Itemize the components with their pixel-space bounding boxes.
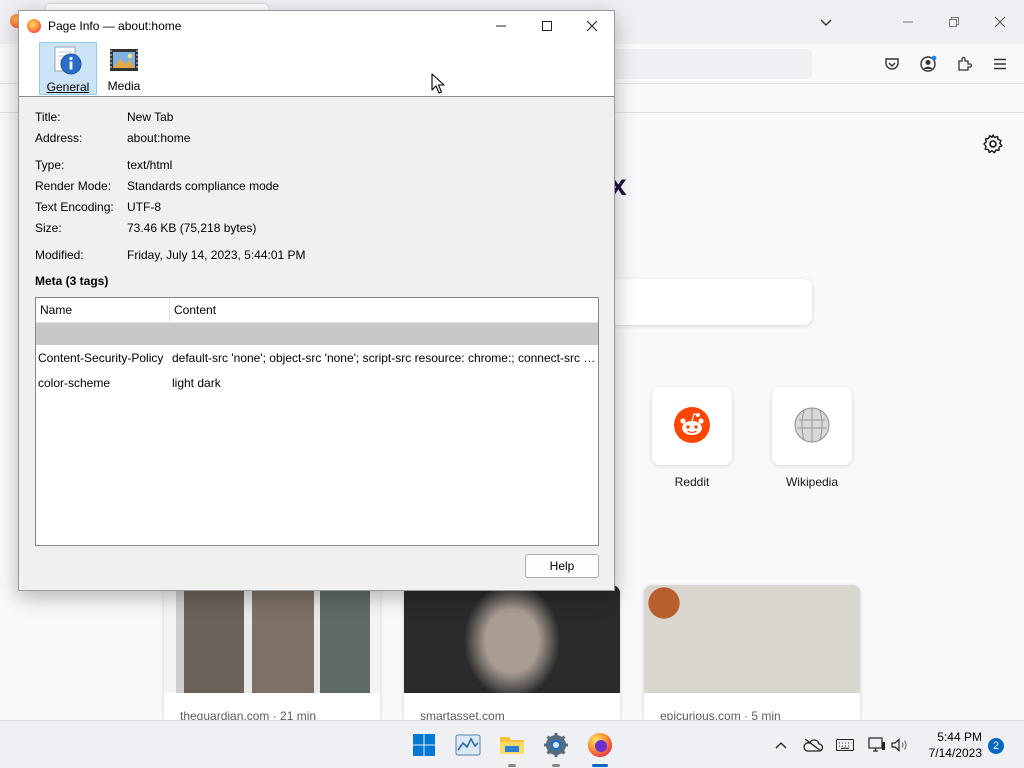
restore-icon[interactable]: [940, 10, 968, 34]
shortcut-label: Wikipedia: [785, 475, 839, 489]
url-bar[interactable]: [600, 49, 812, 79]
text-encoding-value: UTF-8: [127, 200, 161, 214]
tab-general-label: General: [46, 80, 90, 94]
list-all-tabs-icon[interactable]: [812, 10, 840, 34]
close-icon: [586, 20, 598, 32]
pocket-icon[interactable]: [880, 52, 904, 76]
file-explorer-icon[interactable]: [496, 729, 528, 761]
title-label: Title:: [35, 110, 61, 124]
firefox-icon: [27, 19, 41, 33]
close-icon[interactable]: [986, 10, 1014, 34]
minimize-icon: [496, 25, 506, 27]
meta-name-cell: Content-Security-Policy: [38, 351, 164, 365]
type-value: text/html: [127, 158, 173, 172]
dialog-titlebar[interactable]: Page Info — about:home: [19, 11, 614, 41]
modified-label: Modified:: [35, 248, 84, 262]
newtab-search-box[interactable]: [600, 279, 812, 325]
running-indicator: [552, 764, 560, 767]
dialog-tab-toolbar: General Media: [19, 41, 614, 97]
minimize-icon[interactable]: [894, 10, 922, 34]
title-value: New Tab: [127, 110, 174, 124]
meta-content-cell: default-src 'none'; object-src 'none'; s…: [172, 351, 596, 365]
size-label: Size:: [35, 221, 62, 235]
tab-general[interactable]: General: [39, 42, 97, 95]
minimize-button[interactable]: [478, 11, 524, 41]
render-mode-label: Render Mode:: [35, 179, 112, 193]
tab-media-label: Media: [107, 79, 141, 93]
modified-value: Friday, July 14, 2023, 5:44:01 PM: [127, 248, 306, 262]
settings-icon[interactable]: [540, 729, 572, 761]
help-button[interactable]: Help: [525, 554, 599, 578]
story-image: [164, 585, 380, 693]
story-card[interactable]: smartasset.com: [404, 585, 620, 725]
maximize-icon: [542, 21, 552, 31]
clock-time[interactable]: 5:44 PM: [920, 730, 982, 744]
table-row[interactable]: color-scheme light dark: [36, 372, 598, 394]
shortcut-reddit[interactable]: [652, 387, 732, 465]
account-icon[interactable]: [916, 52, 940, 76]
reddit-icon: [674, 406, 710, 446]
extensions-icon[interactable]: [952, 52, 976, 76]
maximize-button[interactable]: [524, 11, 570, 41]
meta-content-cell: light dark: [172, 376, 221, 390]
media-icon: [108, 44, 140, 76]
menu-icon[interactable]: [988, 52, 1012, 76]
shortcut-label: Reddit: [674, 475, 710, 489]
task-manager-icon[interactable]: [452, 729, 484, 761]
story-card[interactable]: theguardian.com · 21 min: [164, 585, 380, 725]
text-encoding-label: Text Encoding:: [35, 200, 114, 214]
tab-media[interactable]: Media: [101, 42, 147, 95]
address-value: about:home: [127, 131, 191, 145]
story-card[interactable]: epicurious.com · 5 min: [644, 585, 860, 725]
dialog-title: Page Info — about:home: [48, 19, 182, 33]
windows-start-icon[interactable]: [408, 729, 440, 761]
column-header-name[interactable]: Name: [36, 298, 170, 323]
taskbar: 5:44 PM 7/14/2023 2: [0, 720, 1024, 768]
page-info-dialog: Page Info — about:home General Media Tit…: [18, 10, 615, 591]
firefox-icon[interactable]: [584, 729, 616, 761]
onedrive-offline-icon[interactable]: [803, 735, 823, 755]
mouse-cursor-icon: [431, 73, 445, 95]
wikipedia-icon: [793, 406, 831, 447]
table-row[interactable]: Content-Security-Policy default-src 'non…: [36, 347, 598, 369]
volume-icon[interactable]: [890, 735, 910, 755]
meta-heading: Meta (3 tags): [35, 274, 109, 288]
clock-date[interactable]: 7/14/2023: [920, 746, 982, 760]
network-icon[interactable]: [867, 735, 887, 755]
keyboard-icon[interactable]: [835, 735, 855, 755]
address-label: Address:: [35, 131, 83, 145]
column-header-content[interactable]: Content: [170, 298, 598, 323]
gear-icon[interactable]: [982, 133, 1004, 155]
notification-badge[interactable]: 2: [988, 738, 1004, 754]
close-button[interactable]: [569, 11, 615, 41]
active-indicator: [592, 764, 608, 767]
story-image: [404, 585, 620, 693]
meta-table[interactable]: Name Content Content-Security-Policy def…: [35, 297, 599, 546]
size-value: 73.46 KB (75,218 bytes): [127, 221, 257, 235]
running-indicator: [508, 764, 516, 767]
type-label: Type:: [35, 158, 65, 172]
meta-name-cell: color-scheme: [38, 376, 111, 390]
show-hidden-icons-icon[interactable]: [771, 735, 791, 755]
shortcut-wikipedia[interactable]: [772, 387, 852, 465]
story-image: [644, 585, 860, 693]
info-icon: [52, 45, 84, 77]
render-mode-value: Standards compliance mode: [127, 179, 280, 193]
table-row-selected[interactable]: [36, 323, 598, 345]
